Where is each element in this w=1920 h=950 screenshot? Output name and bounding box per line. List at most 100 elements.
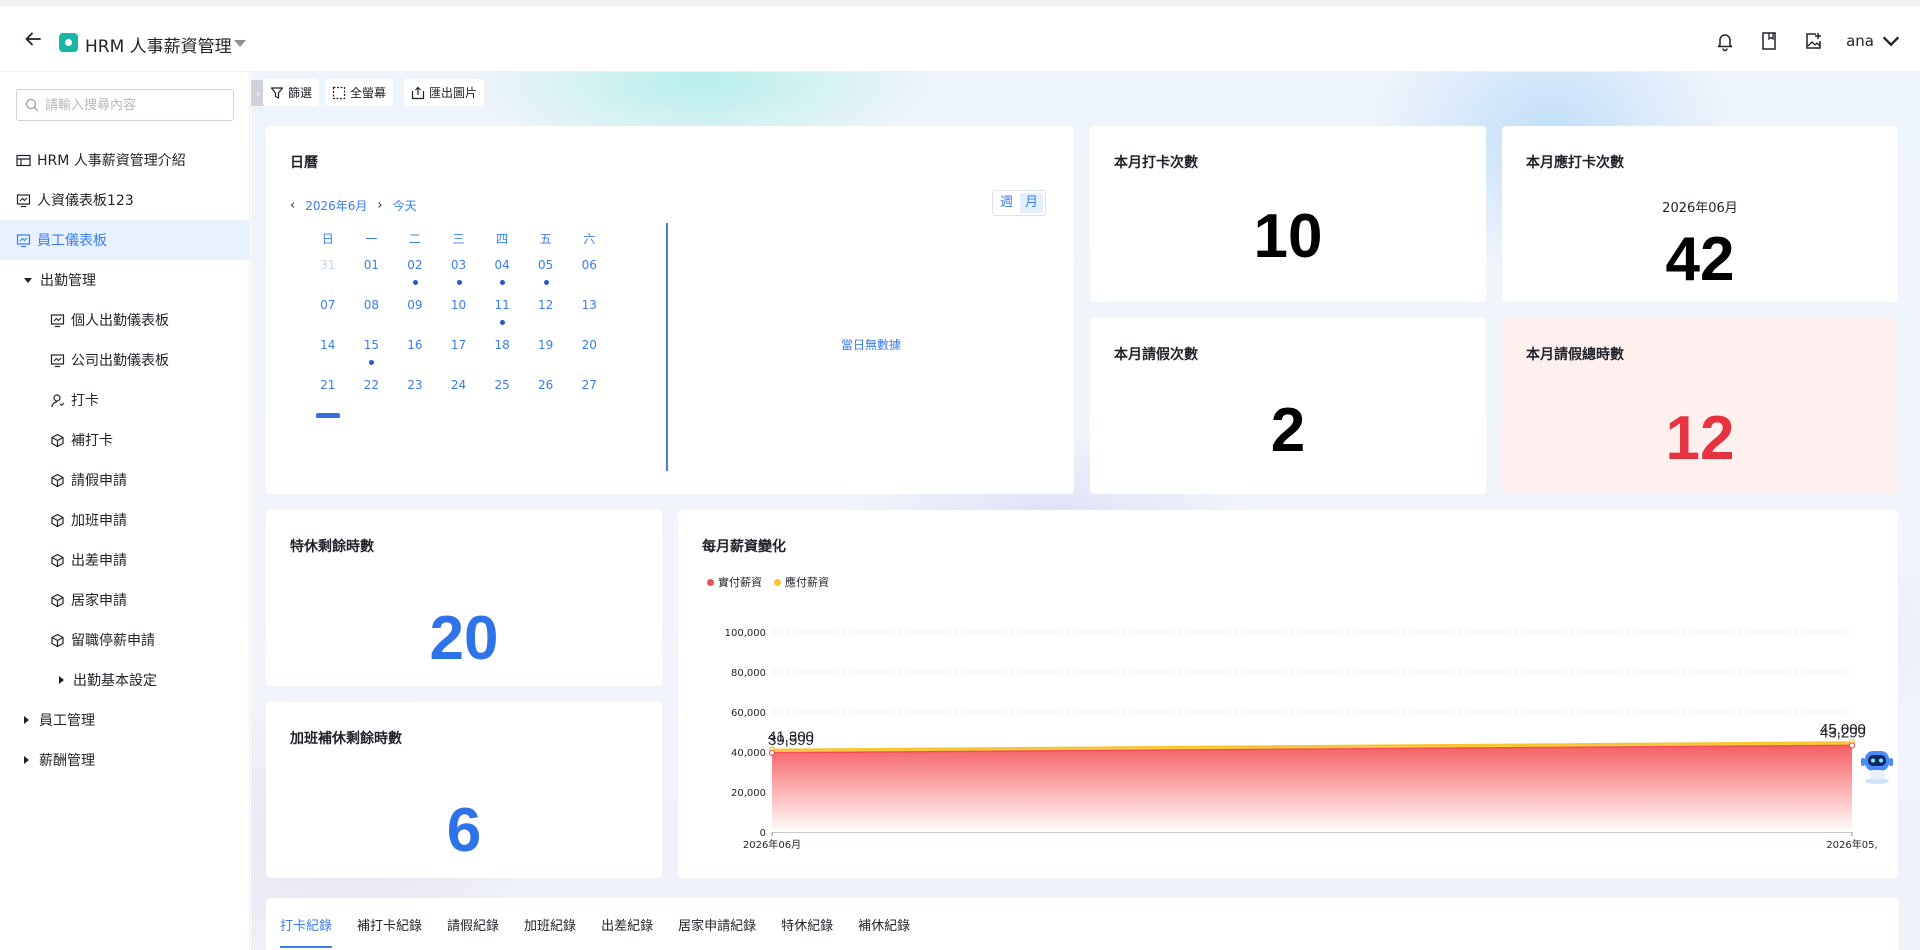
y-tick-label: 20,000 bbox=[731, 788, 766, 799]
sidebar-item-make-up-clock[interactable]: 補打卡 bbox=[0, 420, 250, 460]
calendar-day[interactable]: 01 bbox=[350, 250, 394, 290]
calendar-day[interactable]: 01 bbox=[437, 410, 481, 418]
export-label: 匯出圖片 bbox=[429, 86, 478, 100]
event-dot-icon bbox=[456, 280, 462, 285]
calendar-day[interactable]: 14 bbox=[306, 330, 350, 370]
tab-clock-in-records[interactable]: 打卡紀錄 bbox=[280, 898, 333, 950]
app-title[interactable]: HRM 人事薪資管理 bbox=[85, 32, 232, 57]
calendar-day[interactable]: 07 bbox=[306, 290, 350, 330]
calendar-day[interactable]: 26 bbox=[524, 370, 568, 410]
legend-dot-icon bbox=[707, 578, 714, 586]
tab-overtime-records[interactable]: 加班紀錄 bbox=[524, 898, 576, 950]
calendar-day[interactable]: 12 bbox=[524, 290, 568, 330]
weekday-label: 日 bbox=[321, 232, 334, 246]
sidebar-item-label: 個人出勤儀表板 bbox=[71, 313, 169, 329]
calendar-day[interactable]: 29 bbox=[350, 410, 394, 418]
calendar-day[interactable]: 23 bbox=[393, 370, 437, 410]
tab-business-trip-records[interactable]: 出差紀錄 bbox=[601, 898, 653, 950]
calendar-day[interactable]: 02 bbox=[393, 250, 437, 290]
calendar-day[interactable]: 17 bbox=[437, 330, 481, 370]
calendar-day[interactable]: 20 bbox=[567, 330, 611, 370]
calendar-day[interactable]: 18 bbox=[480, 330, 524, 370]
stat-subtitle: 2026年06月 bbox=[1662, 201, 1738, 216]
sidebar-search[interactable] bbox=[16, 89, 234, 121]
calendar-day[interactable]: 21 bbox=[306, 370, 350, 410]
export-image-button[interactable]: 匯出圖片 bbox=[404, 79, 485, 106]
calendar-day[interactable]: 02 bbox=[480, 410, 524, 418]
calendar-day[interactable]: 08 bbox=[350, 290, 394, 330]
sidebar-item-label: 員工管理 bbox=[39, 713, 95, 729]
view-week-button[interactable]: 週 bbox=[995, 193, 1018, 213]
calendar-day[interactable]: 15 bbox=[350, 330, 394, 370]
chevron-left-icon[interactable]: ‹ bbox=[290, 198, 295, 213]
filter-icon bbox=[270, 86, 284, 99]
calendar-day[interactable]: 11 bbox=[480, 290, 524, 330]
calendar-day[interactable]: 16 bbox=[393, 330, 437, 370]
calendar-day[interactable]: 13 bbox=[567, 290, 611, 330]
calendar-day-today[interactable]: 28 bbox=[306, 410, 350, 418]
user-menu[interactable]: ana bbox=[1846, 30, 1902, 52]
bell-icon[interactable] bbox=[1714, 30, 1736, 52]
calendar-day[interactable]: 03 bbox=[437, 250, 481, 290]
y-tick-label: 100,000 bbox=[725, 628, 766, 639]
tab-annual-leave-records[interactable]: 特休紀錄 bbox=[781, 898, 833, 950]
sidebar-item-unpaid-leave-request[interactable]: 留職停薪申請 bbox=[0, 620, 250, 660]
sidebar-group-employee-management[interactable]: 員工管理 bbox=[0, 700, 250, 740]
sidebar-item-hr-dashboard[interactable]: 人資儀表板123 bbox=[0, 180, 250, 220]
sidebar-item-clock-in[interactable]: 打卡 bbox=[0, 380, 250, 420]
calendar-title: 日曆 bbox=[290, 155, 318, 171]
chevron-right-icon[interactable]: › bbox=[377, 198, 382, 213]
book-icon[interactable] bbox=[1758, 30, 1780, 52]
legend-item[interactable]: 應付薪資 bbox=[774, 574, 829, 590]
cube-icon bbox=[51, 473, 64, 487]
sidebar-group-attendance[interactable]: 出勤管理 bbox=[0, 260, 250, 300]
calendar-day[interactable]: 24 bbox=[437, 370, 481, 410]
sidebar-item-leave-request[interactable]: 請假申請 bbox=[0, 460, 250, 500]
calendar-day[interactable]: 30 bbox=[393, 410, 437, 418]
sidebar-item-work-from-home-request[interactable]: 居家申請 bbox=[0, 580, 250, 620]
calendar-day[interactable]: 05 bbox=[524, 250, 568, 290]
sidebar-group-payroll-management[interactable]: 薪酬管理 bbox=[0, 740, 250, 780]
sidebar-item-overtime-request[interactable]: 加班申請 bbox=[0, 500, 250, 540]
table-icon bbox=[16, 154, 31, 166]
stat-value: 20 bbox=[429, 604, 499, 673]
app-switcher-caret-icon[interactable] bbox=[234, 40, 246, 47]
tab-work-from-home-records[interactable]: 居家申請紀錄 bbox=[678, 898, 756, 950]
calendar-day[interactable]: 06 bbox=[567, 250, 611, 290]
records-tabs: 打卡紀錄 補打卡紀錄 請假紀錄 加班紀錄 出差紀錄 居家申請紀錄 特休紀錄 補休… bbox=[280, 898, 910, 950]
view-month-button[interactable]: 月 bbox=[1020, 193, 1044, 213]
tab-leave-records[interactable]: 請假紀錄 bbox=[447, 898, 499, 950]
sidebar-item-employee-dashboard[interactable]: 員工儀表板 bbox=[0, 220, 250, 260]
caret-right-icon bbox=[59, 676, 64, 684]
search-input[interactable] bbox=[45, 97, 225, 113]
image-add-icon[interactable] bbox=[1802, 30, 1824, 52]
event-dot-icon bbox=[500, 320, 506, 325]
tab-comp-leave-records[interactable]: 補休紀錄 bbox=[858, 898, 910, 950]
legend-item[interactable]: 實付薪資 bbox=[707, 574, 762, 590]
sidebar-item-personal-attendance[interactable]: 個人出勤儀表板 bbox=[0, 300, 250, 340]
calendar-day[interactable]: 04 bbox=[567, 410, 611, 418]
sidebar-item-company-attendance[interactable]: 公司出勤儀表板 bbox=[0, 340, 250, 380]
calendar-day[interactable]: 25 bbox=[480, 370, 524, 410]
fullscreen-button[interactable]: 全螢幕 bbox=[325, 79, 394, 106]
robot-assistant-icon[interactable] bbox=[1857, 745, 1897, 785]
calendar-day[interactable]: 09 bbox=[393, 290, 437, 330]
calendar-day[interactable]: 10 bbox=[437, 290, 481, 330]
sidebar-menu: HRM 人事薪資管理介紹 人資儀表板123 員工儀表板 出勤管理 個人出勤儀表板… bbox=[0, 140, 250, 780]
calendar-day[interactable]: 31 bbox=[306, 250, 350, 290]
calendar-day[interactable]: 22 bbox=[350, 370, 394, 410]
calendar-day[interactable]: 27 bbox=[567, 370, 611, 410]
calendar-today-button[interactable]: 今天 bbox=[393, 197, 417, 214]
export-icon bbox=[411, 86, 425, 99]
calendar-day[interactable]: 19 bbox=[524, 330, 568, 370]
calendar-day[interactable]: 03 bbox=[524, 410, 568, 418]
sidebar-item-business-trip-request[interactable]: 出差申請 bbox=[0, 540, 250, 580]
sidebar-item-hrm-intro[interactable]: HRM 人事薪資管理介紹 bbox=[0, 140, 250, 180]
calendar-day[interactable]: 04 bbox=[480, 250, 524, 290]
sidebar-item-label: 薪酬管理 bbox=[39, 753, 95, 769]
dashboard-icon bbox=[50, 353, 65, 367]
tab-make-up-clock-records[interactable]: 補打卡紀錄 bbox=[357, 898, 422, 950]
arrow-left-icon[interactable] bbox=[20, 26, 46, 52]
sidebar-group-attendance-settings[interactable]: 出勤基本設定 bbox=[0, 660, 250, 700]
filter-button[interactable]: 篩選 bbox=[263, 79, 320, 106]
